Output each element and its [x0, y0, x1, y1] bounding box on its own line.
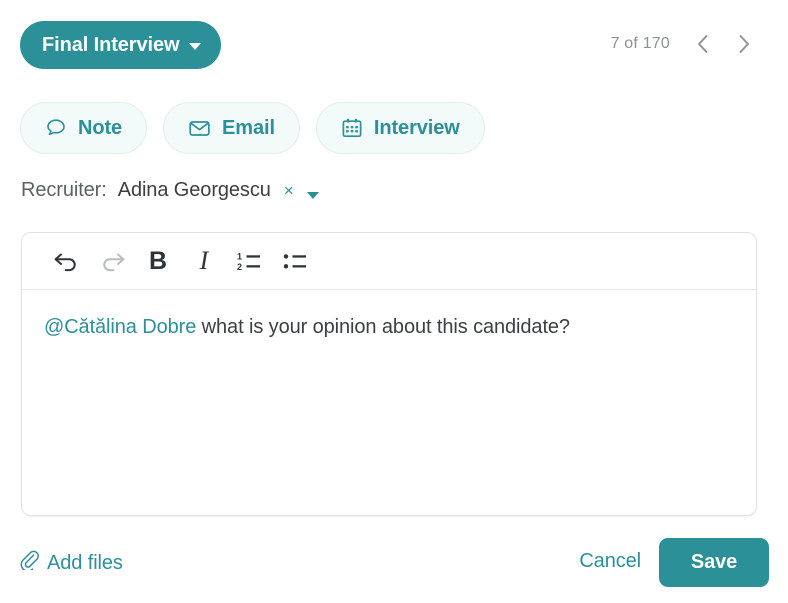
- bullet-list-button[interactable]: [276, 242, 316, 280]
- chevron-down-icon: [189, 43, 202, 50]
- editor-footer: Add files Cancel Save: [0, 530, 788, 603]
- pagination-prev-button[interactable]: [692, 32, 712, 56]
- header-bar: Final Interview 7 of 170: [0, 0, 788, 90]
- tab-note-label: Note: [78, 116, 123, 139]
- stage-dropdown-label: Final Interview: [42, 33, 180, 56]
- close-icon[interactable]: ×: [282, 182, 296, 199]
- svg-text:1: 1: [237, 251, 242, 261]
- paperclip-icon: [20, 550, 39, 576]
- redo-arrow-icon: [102, 253, 124, 272]
- activity-type-tabs: Note Email Interview: [20, 102, 485, 154]
- redo-button[interactable]: [92, 242, 132, 280]
- chevron-left-icon: [697, 35, 707, 53]
- ordered-list-button[interactable]: 1 2: [230, 242, 270, 280]
- calendar-icon: [341, 117, 363, 139]
- tab-email-label: Email: [222, 116, 275, 139]
- add-files-button[interactable]: Add files: [20, 550, 123, 576]
- add-files-label: Add files: [47, 551, 123, 574]
- recruiter-label: Recruiter:: [21, 179, 107, 201]
- note-editor: B I 1 2 @Cătălina Dobre what is your opi…: [21, 232, 757, 516]
- italic-button[interactable]: I: [184, 242, 224, 280]
- pagination-next-button[interactable]: [734, 32, 754, 56]
- envelope-icon: [188, 117, 211, 139]
- note-text-body: what is your opinion about this candidat…: [196, 316, 570, 338]
- recruiter-value: Adina Georgescu: [117, 179, 271, 201]
- svg-text:2: 2: [237, 262, 242, 272]
- tab-email[interactable]: Email: [163, 102, 300, 154]
- editor-toolbar: B I 1 2: [22, 233, 756, 290]
- recruiter-selector[interactable]: Recruiter: Adina Georgescu ×: [21, 179, 319, 209]
- cancel-button[interactable]: Cancel: [579, 550, 641, 573]
- bullet-list-icon: [283, 254, 306, 269]
- bold-button[interactable]: B: [138, 242, 178, 280]
- tab-note[interactable]: Note: [20, 102, 148, 154]
- save-button[interactable]: Save: [659, 538, 769, 587]
- pagination: 7 of 170: [611, 32, 754, 56]
- stage-dropdown-button[interactable]: Final Interview: [20, 21, 222, 69]
- mention-token[interactable]: @Cătălina Dobre: [44, 316, 196, 338]
- tab-interview[interactable]: Interview: [315, 102, 485, 154]
- chevron-down-icon[interactable]: [306, 191, 319, 199]
- undo-button[interactable]: [46, 242, 86, 280]
- tab-interview-label: Interview: [373, 116, 460, 139]
- note-text-input[interactable]: @Cătălina Dobre what is your opinion abo…: [22, 290, 756, 515]
- ordered-list-icon: 1 2: [237, 251, 260, 272]
- chevron-right-icon: [739, 35, 749, 53]
- pagination-count: 7 of 170: [610, 35, 670, 52]
- undo-arrow-icon: [54, 253, 76, 272]
- speech-bubble-icon: [45, 117, 67, 139]
